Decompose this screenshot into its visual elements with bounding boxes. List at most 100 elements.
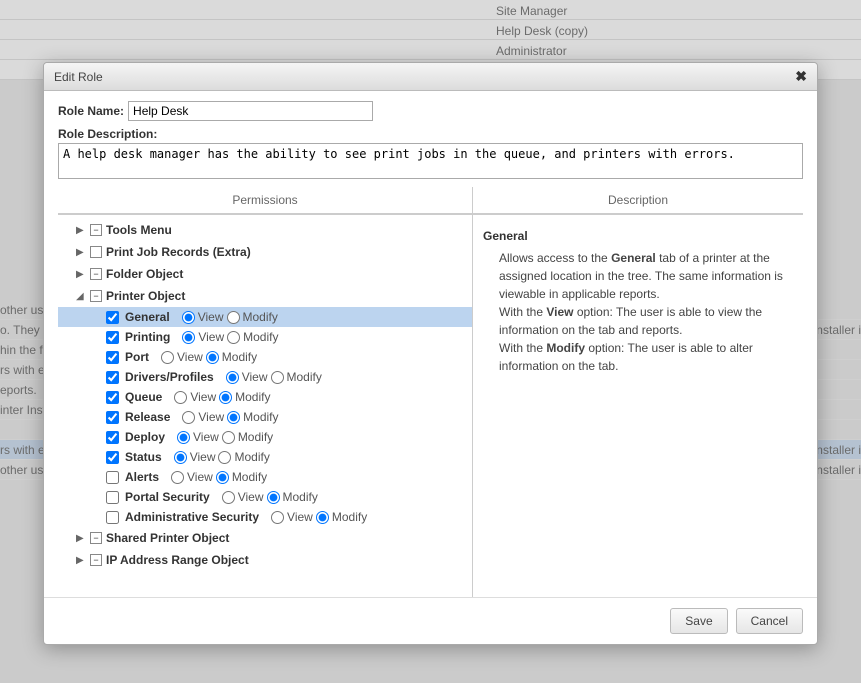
perm-checkbox[interactable] xyxy=(106,431,119,444)
modify-radio[interactable] xyxy=(219,391,232,404)
perm-row-general[interactable]: GeneralViewModify xyxy=(58,307,472,327)
tree-node-ip-range-object[interactable]: ▶ IP Address Range Object xyxy=(58,549,472,571)
modify-label: Modify xyxy=(232,470,267,484)
perm-row-drivers-profiles[interactable]: Drivers/ProfilesViewModify xyxy=(58,367,472,387)
perm-checkbox[interactable] xyxy=(106,391,119,404)
modify-radio[interactable] xyxy=(222,431,235,444)
chevron-right-icon: ▶ xyxy=(76,225,86,236)
tristate-checkbox[interactable] xyxy=(90,224,102,236)
tree-node-tools-menu[interactable]: ▶ Tools Menu xyxy=(58,219,472,241)
permissions-container: ▶ Tools Menu ▶ Print Job Records (Extra)… xyxy=(58,214,803,597)
view-label: View xyxy=(238,490,264,504)
tristate-checkbox[interactable] xyxy=(90,554,102,566)
perm-row-port[interactable]: PortViewModify xyxy=(58,347,472,367)
perm-row-printing[interactable]: PrintingViewModify xyxy=(58,327,472,347)
perm-row-queue[interactable]: Queue View Modify xyxy=(58,387,472,407)
tristate-checkbox[interactable] xyxy=(90,532,102,544)
modify-radio[interactable] xyxy=(227,331,240,344)
modify-radio[interactable] xyxy=(227,411,240,424)
chevron-right-icon: ▶ xyxy=(76,247,86,258)
role-desc-input[interactable] xyxy=(58,143,803,179)
perm-mode-group: ViewModify xyxy=(271,510,367,524)
dialog-titlebar[interactable]: Edit Role ✖ xyxy=(44,63,817,91)
tree-node-printer-object[interactable]: ◢ Printer Object xyxy=(58,285,472,307)
perm-mode-group: View Modify xyxy=(222,490,318,504)
view-radio[interactable] xyxy=(171,471,184,484)
modify-label: Modify xyxy=(332,510,367,524)
modify-radio[interactable] xyxy=(227,311,240,324)
view-radio[interactable] xyxy=(226,371,239,384)
view-label: View xyxy=(187,470,213,484)
chevron-down-icon: ◢ xyxy=(76,291,86,302)
node-label: Folder Object xyxy=(106,267,183,281)
modify-radio[interactable] xyxy=(206,351,219,364)
modify-label: Modify xyxy=(235,390,270,404)
role-name-row: Role Name: xyxy=(58,101,803,121)
permission-headers: Permissions Description xyxy=(58,187,803,214)
perm-checkbox[interactable] xyxy=(106,371,119,384)
view-radio[interactable] xyxy=(182,411,195,424)
perm-row-release[interactable]: ReleaseViewModify xyxy=(58,407,472,427)
perm-checkbox[interactable] xyxy=(106,351,119,364)
perm-row-administrative-security[interactable]: Administrative Security ViewModify xyxy=(58,507,472,527)
modify-radio[interactable] xyxy=(218,451,231,464)
close-icon[interactable]: ✖ xyxy=(795,68,807,85)
perm-checkbox[interactable] xyxy=(106,331,119,344)
modify-radio[interactable] xyxy=(271,371,284,384)
perm-mode-group: View Modify xyxy=(174,390,270,404)
perm-checkbox[interactable] xyxy=(106,491,119,504)
description-column-header: Description xyxy=(473,187,803,214)
view-radio[interactable] xyxy=(271,511,284,524)
tristate-checkbox[interactable] xyxy=(90,246,102,258)
role-name-input[interactable] xyxy=(128,101,373,121)
modify-label: Modify xyxy=(283,490,318,504)
tristate-checkbox[interactable] xyxy=(90,290,102,302)
perm-checkbox[interactable] xyxy=(106,471,119,484)
modify-label: Modify xyxy=(287,370,322,384)
modify-radio[interactable] xyxy=(316,511,329,524)
perm-name: Queue xyxy=(125,390,162,404)
perm-mode-group: ViewModify xyxy=(174,450,270,464)
save-button[interactable]: Save xyxy=(670,608,727,634)
view-radio[interactable] xyxy=(174,391,187,404)
perm-name: General xyxy=(125,310,170,324)
view-label: View xyxy=(242,370,268,384)
modify-radio[interactable] xyxy=(267,491,280,504)
modify-label: Modify xyxy=(243,330,278,344)
view-label: View xyxy=(177,350,203,364)
tree-node-print-job-records[interactable]: ▶ Print Job Records (Extra) xyxy=(58,241,472,263)
perm-mode-group: View Modify xyxy=(226,370,322,384)
view-radio[interactable] xyxy=(177,431,190,444)
perm-name: Administrative Security xyxy=(125,510,259,524)
perm-checkbox[interactable] xyxy=(106,311,119,324)
modify-label: Modify xyxy=(243,410,278,424)
perm-row-portal-security[interactable]: Portal SecurityViewModify xyxy=(58,487,472,507)
edit-role-dialog: Edit Role ✖ Role Name: Role Description:… xyxy=(43,62,818,645)
perm-checkbox[interactable] xyxy=(106,451,119,464)
tree-node-shared-printer-object[interactable]: ▶ Shared Printer Object xyxy=(58,527,472,549)
tree-node-folder-object[interactable]: ▶ Folder Object xyxy=(58,263,472,285)
view-radio[interactable] xyxy=(182,311,195,324)
chevron-right-icon: ▶ xyxy=(76,269,86,280)
node-label: Print Job Records (Extra) xyxy=(106,245,251,259)
perm-row-status[interactable]: Status ViewModify xyxy=(58,447,472,467)
perm-mode-group: View Modify xyxy=(171,470,267,484)
perm-row-alerts[interactable]: AlertsViewModify xyxy=(58,467,472,487)
view-label: View xyxy=(193,430,219,444)
perm-row-deploy[interactable]: DeployViewModify xyxy=(58,427,472,447)
node-label: Shared Printer Object xyxy=(106,531,229,545)
view-radio[interactable] xyxy=(161,351,174,364)
cancel-button[interactable]: Cancel xyxy=(736,608,803,634)
modify-radio[interactable] xyxy=(216,471,229,484)
perm-name: Status xyxy=(125,450,162,464)
view-label: View xyxy=(190,390,216,404)
node-label: IP Address Range Object xyxy=(106,553,249,567)
tristate-checkbox[interactable] xyxy=(90,268,102,280)
perm-name: Release xyxy=(125,410,170,424)
perm-checkbox[interactable] xyxy=(106,411,119,424)
view-radio[interactable] xyxy=(174,451,187,464)
view-radio[interactable] xyxy=(222,491,235,504)
permission-description-panel: General Allows access to the General tab… xyxy=(473,215,803,597)
perm-checkbox[interactable] xyxy=(106,511,119,524)
view-radio[interactable] xyxy=(182,331,195,344)
